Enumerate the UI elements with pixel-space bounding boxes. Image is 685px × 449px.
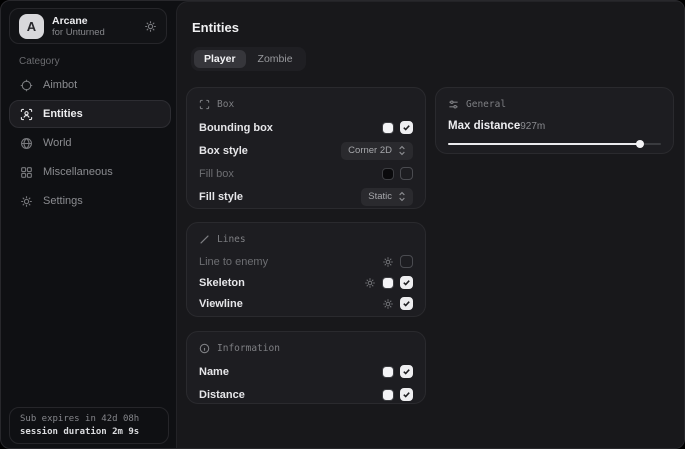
box-style-label: Box style	[199, 145, 248, 157]
lines-section: Lines Line to enemy Skeleton	[186, 222, 426, 317]
information-section-header: Information	[199, 340, 413, 356]
box-style-dropdown[interactable]: Corner 2D	[341, 142, 413, 160]
viewline-checkbox[interactable]	[400, 297, 413, 310]
sidebar-item-aimbot[interactable]: Aimbot	[9, 71, 171, 99]
sidebar-item-label: World	[43, 137, 72, 149]
distance-color-swatch[interactable]	[382, 389, 394, 401]
viewline-row: Viewline	[199, 293, 413, 314]
name-checkbox[interactable]	[400, 365, 413, 378]
sidebar-item-label: Aimbot	[43, 79, 77, 91]
sidebar-nav: Aimbot Entities	[9, 71, 171, 216]
box-section-title: Box	[217, 99, 234, 110]
lines-section-header: Lines	[199, 231, 413, 247]
skeleton-label: Skeleton	[199, 277, 245, 289]
viewline-label: Viewline	[199, 298, 243, 310]
distance-label: Distance	[199, 389, 245, 401]
fill-box-color-swatch[interactable]	[382, 168, 394, 180]
tab-player[interactable]: Player	[194, 50, 246, 68]
app-logo: A	[19, 14, 44, 39]
line-to-enemy-checkbox[interactable]	[400, 255, 413, 268]
slider-thumb[interactable]	[636, 140, 644, 148]
viewline-settings-gear-icon[interactable]	[382, 298, 394, 310]
bounding-box-color-swatch[interactable]	[382, 122, 394, 134]
box-style-row: Box style Corner 2D	[199, 139, 413, 162]
tab-bar: Player Zombie	[191, 47, 306, 71]
box-frame-icon	[199, 99, 210, 110]
fill-box-label: Fill box	[199, 168, 234, 180]
skeleton-color-swatch[interactable]	[382, 277, 394, 289]
sidebar-item-world[interactable]: World	[9, 129, 171, 157]
crosshair-icon	[20, 79, 33, 92]
sidebar-item-label: Miscellaneous	[43, 166, 113, 178]
app-subtitle: for Unturned	[52, 27, 105, 38]
skeleton-checkbox[interactable]	[400, 276, 413, 289]
page-title: Entities	[192, 20, 239, 35]
info-icon	[199, 343, 210, 354]
app-name: Arcane	[52, 15, 105, 27]
sliders-icon	[448, 99, 459, 110]
skeleton-settings-gear-icon[interactable]	[364, 277, 376, 289]
gear-icon	[20, 195, 33, 208]
line-to-enemy-settings-gear-icon[interactable]	[382, 256, 394, 268]
line-to-enemy-label: Line to enemy	[199, 256, 268, 268]
sidebar: A Arcane for Unturned Category	[1, 1, 176, 448]
max-distance-slider[interactable]	[448, 138, 661, 150]
fill-box-row: Fill box	[199, 162, 413, 185]
name-color-swatch[interactable]	[382, 366, 394, 378]
app-window: A Arcane for Unturned Category	[0, 0, 685, 449]
sidebar-item-entities[interactable]: Entities	[9, 100, 171, 128]
max-distance-label: Max distance	[448, 120, 520, 132]
line-to-enemy-row: Line to enemy	[199, 251, 413, 272]
session-duration-text: session duration 2m 9s	[20, 426, 158, 439]
fill-style-dropdown[interactable]: Static	[361, 188, 413, 206]
subscription-status-card: Sub expires in 42d 08h session duration …	[9, 407, 169, 444]
sidebar-item-label: Entities	[43, 108, 83, 120]
bounding-box-row: Bounding box	[199, 116, 413, 139]
fill-box-checkbox[interactable]	[400, 167, 413, 180]
person-scan-icon	[20, 108, 33, 121]
fill-style-value: Static	[368, 191, 392, 202]
distance-row: Distance	[199, 383, 413, 406]
name-row: Name	[199, 360, 413, 383]
sidebar-item-miscellaneous[interactable]: Miscellaneous	[9, 158, 171, 186]
distance-checkbox[interactable]	[400, 388, 413, 401]
max-distance-row: Max distance 927m	[448, 116, 661, 136]
box-section: Box Bounding box Box style Corner 2D	[186, 87, 426, 209]
diagonal-line-icon	[199, 234, 210, 245]
globe-icon	[20, 137, 33, 150]
fill-style-row: Fill style Static	[199, 185, 413, 208]
general-section-header: General	[448, 96, 661, 112]
information-section-title: Information	[217, 343, 280, 354]
bounding-box-label: Bounding box	[199, 122, 273, 134]
app-title-block: Arcane for Unturned	[52, 15, 105, 38]
bounding-box-checkbox[interactable]	[400, 121, 413, 134]
gear-icon[interactable]	[144, 20, 157, 33]
sub-expiry-text: Sub expires in 42d 08h	[20, 413, 158, 426]
chevron-up-down-icon	[398, 145, 406, 156]
tab-zombie[interactable]: Zombie	[248, 50, 303, 68]
fill-style-label: Fill style	[199, 191, 243, 203]
general-section-title: General	[466, 99, 506, 110]
sidebar-item-label: Settings	[43, 195, 83, 207]
main-panel: Entities Player Zombie Box Bounding box	[176, 1, 684, 448]
sidebar-item-settings[interactable]: Settings	[9, 187, 171, 215]
chevron-up-down-icon	[398, 191, 406, 202]
general-section: General Max distance 927m	[435, 87, 674, 154]
slider-fill	[448, 143, 640, 145]
name-label: Name	[199, 366, 229, 378]
information-section: Information Name Distance	[186, 331, 426, 404]
category-label: Category	[19, 56, 60, 67]
grid-icon	[20, 166, 33, 179]
app-header-card: A Arcane for Unturned	[9, 8, 167, 44]
box-section-header: Box	[199, 96, 413, 112]
skeleton-row: Skeleton	[199, 272, 413, 293]
box-style-value: Corner 2D	[348, 145, 392, 156]
max-distance-value: 927m	[520, 121, 545, 132]
lines-section-title: Lines	[217, 234, 246, 245]
